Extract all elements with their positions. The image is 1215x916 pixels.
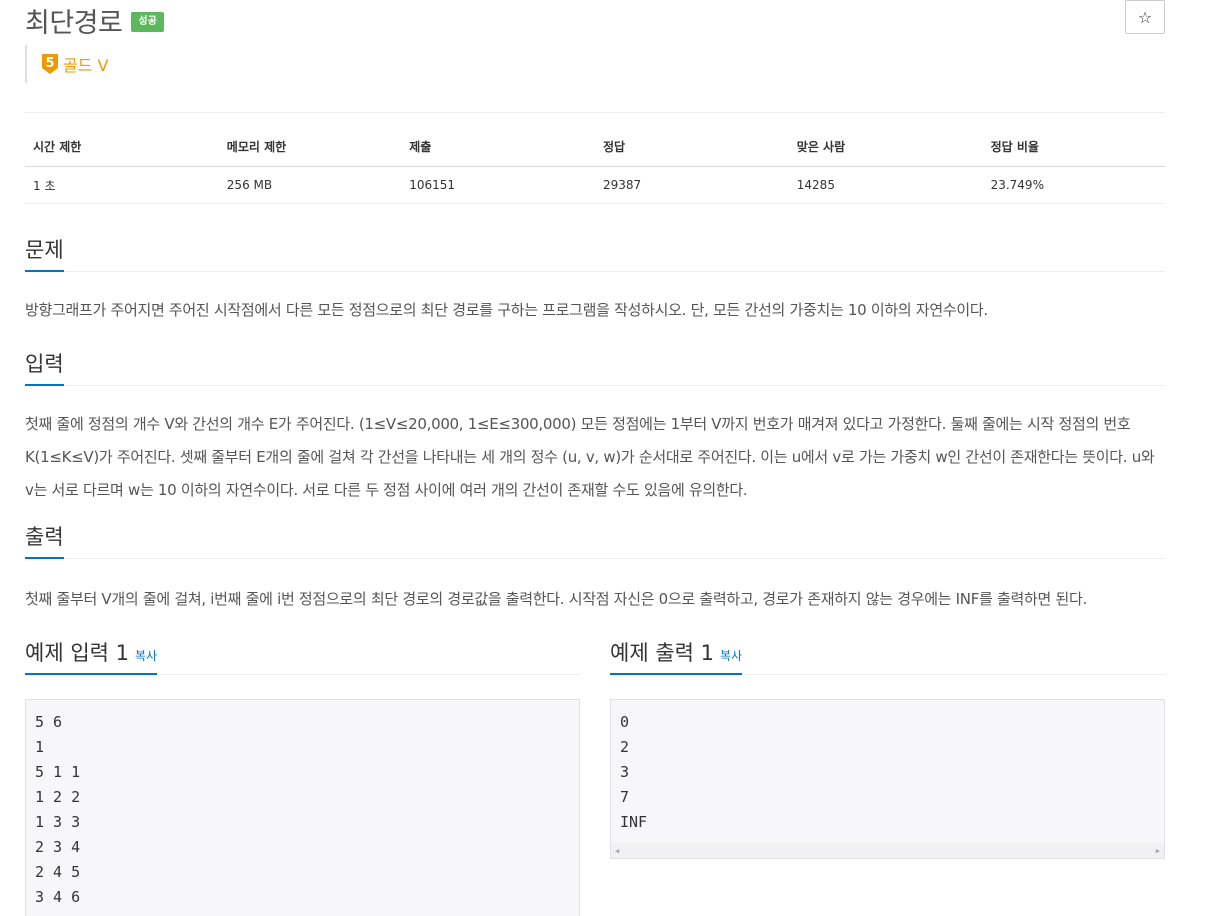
sample-input-title: 예제 입력 1 복사 <box>25 638 158 675</box>
scroll-left-icon[interactable]: ◀ <box>615 847 619 855</box>
tier-box: 5 골드 V <box>25 45 108 83</box>
sample-output-line: INF <box>620 813 648 831</box>
sample-output-heading: 예제 출력 1 복사 <box>610 638 1165 675</box>
status-badge: 성공 <box>131 12 164 32</box>
section-problem-text: 방향그래프가 주어지면 주어진 시작점에서 다른 모든 정점으로의 최단 경로를… <box>25 301 988 319</box>
section-input-heading: 입력 <box>25 349 1165 386</box>
page-title: 최단경로 <box>25 7 123 39</box>
title-row: 최단경로 성공 <box>25 0 164 40</box>
sample-input-line: 5 6 <box>35 713 63 731</box>
problem-page: 최단경로 성공 ☆ 5 골드 V 시간 제한 메모리 제한 제출 정답 맞은 사… <box>0 0 1215 916</box>
sample-output-line: 3 <box>620 763 630 781</box>
section-input-text: 첫째 줄에 정점의 개수 V와 간선의 개수 E가 주어진다. (1≤V≤20,… <box>25 415 1155 499</box>
stats-value-memory-limit: 256 MB <box>218 166 402 204</box>
sample-input-title-text: 예제 입력 1 <box>25 641 129 665</box>
sample-input-heading: 예제 입력 1 복사 <box>25 638 580 675</box>
stats-header-time-limit: 시간 제한 <box>25 134 219 167</box>
stats-value-solvers: 14285 <box>788 166 983 204</box>
section-input-title: 입력 <box>25 349 64 386</box>
divider <box>25 112 1165 113</box>
stats-value-row: 1 초 256 MB 106151 29387 14285 23.749% <box>25 166 1165 204</box>
stats-header-memory-limit: 메모리 제한 <box>218 134 402 167</box>
copy-sample-input-button[interactable]: 복사 <box>135 649 157 663</box>
sample-input-line: 2 4 5 <box>35 863 81 881</box>
section-output-heading: 출력 <box>25 522 1165 559</box>
section-problem-heading: 문제 <box>25 235 1165 272</box>
sample-input-line: 5 1 1 <box>35 763 81 781</box>
problem-stats-table: 시간 제한 메모리 제한 제출 정답 맞은 사람 정답 비율 1 초 256 M… <box>25 134 1165 204</box>
stats-value-accepted: 29387 <box>594 166 789 204</box>
stats-header-ratio: 정답 비율 <box>982 134 1165 167</box>
sample-output-title: 예제 출력 1 복사 <box>610 638 743 675</box>
tier-shield-icon: 5 <box>42 54 58 74</box>
stats-value-time-limit: 1 초 <box>25 166 219 204</box>
tier-number: 5 <box>45 56 54 71</box>
stats-value-ratio: 23.749% <box>982 166 1165 204</box>
section-problem-title: 문제 <box>25 235 64 272</box>
sample-input-line: 1 <box>35 738 45 756</box>
sample-input-line: 1 2 2 <box>35 788 81 806</box>
sample-input-box[interactable]: 5 6 1 5 1 1 1 2 2 1 3 3 2 3 4 2 4 5 3 4 … <box>25 699 580 916</box>
horizontal-scrollbar[interactable]: ◀ ▶ <box>611 843 1164 858</box>
stats-header-row: 시간 제한 메모리 제한 제출 정답 맞은 사람 정답 비율 <box>25 134 1165 167</box>
sample-input-line: 1 3 3 <box>35 813 81 831</box>
stats-header-accepted: 정답 <box>594 134 789 167</box>
stats-header-solvers: 맞은 사람 <box>788 134 983 167</box>
tier-label[interactable]: 골드 V <box>63 52 108 76</box>
copy-sample-output-button[interactable]: 복사 <box>720 649 742 663</box>
stats-header-submissions: 제출 <box>401 134 595 167</box>
sample-output-line: 7 <box>620 788 630 806</box>
sample-input-line: 2 3 4 <box>35 838 81 856</box>
sample-input-line: 3 4 6 <box>35 888 81 906</box>
sample-output-box[interactable]: 0 2 3 7 INF ◀ ▶ <box>610 699 1165 859</box>
stats-value-submissions: 106151 <box>401 166 595 204</box>
star-icon: ☆ <box>1137 7 1153 27</box>
section-output-text: 첫째 줄부터 V개의 줄에 걸쳐, i번째 줄에 i번 정점으로의 최단 경로의… <box>25 590 1087 608</box>
scroll-right-icon[interactable]: ▶ <box>1156 847 1160 855</box>
sample-output-title-text: 예제 출력 1 <box>610 641 714 665</box>
sample-output-line: 0 <box>620 713 630 731</box>
sample-output-line: 2 <box>620 738 630 756</box>
star-button[interactable]: ☆ <box>1125 0 1165 34</box>
section-output-title: 출력 <box>25 522 64 559</box>
